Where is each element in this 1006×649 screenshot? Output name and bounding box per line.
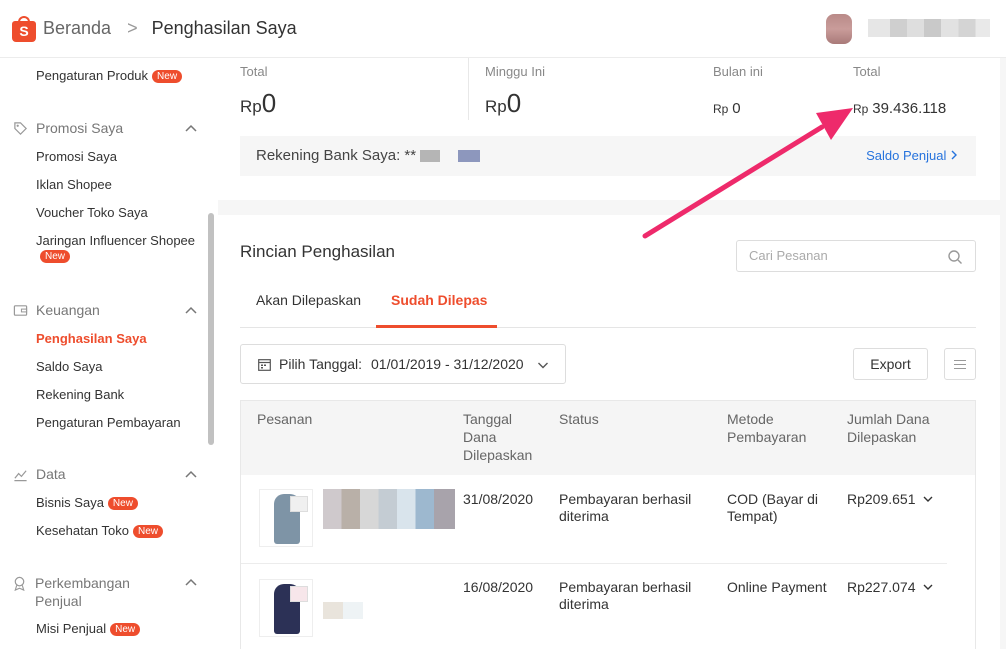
week-value: Rp0 [485,88,522,118]
search-input[interactable] [749,248,939,263]
hamburger-icon [954,360,966,361]
avatar[interactable] [826,14,852,44]
sidebar-item-voucher-toko[interactable]: Voucher Toko Saya [36,205,148,220]
details-title: Rincian Penghasilan [240,242,395,261]
chevron-down-icon[interactable] [923,494,933,504]
saldo-penjual-link[interactable]: Saldo Penjual [866,148,958,163]
product-thumbnail[interactable] [259,489,313,547]
search-icon[interactable] [947,249,963,265]
list-menu-button[interactable] [944,348,976,380]
sidebar-item-kesehatan-toko[interactable]: Kesehatan Toko New [36,523,164,538]
new-badge: New [110,623,141,636]
payment-status: Pembayaran berhasil diterima [559,579,692,612]
chevron-up-icon[interactable] [184,122,198,136]
pending-total-value: Rp0 [240,88,277,118]
chevron-up-icon[interactable] [184,468,198,482]
chevron-up-icon[interactable] [184,304,198,318]
sidebar-item-misi-penjual[interactable]: Misi Penjual New [36,621,141,636]
active-tab-indicator [376,325,497,328]
released-amount[interactable]: Rp209.651 [847,491,933,508]
column-jumlah: Jumlah Dana Dilepaskan [847,411,930,445]
new-badge: New [152,70,183,83]
sidebar-scrollbar[interactable] [208,213,214,445]
top-header: S Beranda > Penghasilan Saya [0,0,1006,58]
sidebar-item-bisnis-saya[interactable]: Bisnis Saya New [36,495,138,510]
date-range-picker[interactable]: Pilih Tanggal: 01/01/2019 - 31/12/2020 [240,344,566,384]
table-body: 31/08/2020 Pembayaran berhasil diterima … [240,475,976,649]
week-label: Minggu Ini [485,64,545,79]
released-total-value: Rp 39.436.118 [853,100,947,117]
shopee-logo-icon[interactable]: S [12,15,36,42]
wallet-icon [12,302,28,318]
sidebar-item-rekening-bank[interactable]: Rekening Bank [36,387,124,402]
chevron-down-icon [538,362,548,369]
order-search[interactable] [736,240,976,272]
bank-logo-redacted [458,150,480,162]
bank-number-redacted [420,150,440,162]
date-filter-value: 01/01/2019 - 31/12/2020 [371,356,523,372]
sidebar-item-jaringan-influencer[interactable]: Jaringan Influencer Shopee New [36,233,195,263]
date-filter-label: Pilih Tanggal: [279,356,363,372]
tab-akan-dilepaskan[interactable]: Akan Dilepaskan [256,292,361,308]
chart-line-icon [12,466,28,482]
month-value: Rp 0 [713,100,741,117]
sidebar-item-promosi-saya[interactable]: Promosi Saya [36,149,117,164]
summary-divider [468,58,469,120]
sidebar-item-iklan-shopee[interactable]: Iklan Shopee [36,177,112,192]
income-details-card: Rincian Penghasilan Akan Dilepaskan Suda… [218,215,1000,649]
product-name-redacted [323,602,363,619]
column-status: Status [559,411,599,427]
table-row[interactable]: 31/08/2020 Pembayaran berhasil diterima … [241,475,947,564]
export-button[interactable]: Export [853,348,928,380]
medal-icon [12,575,27,591]
product-thumbnail[interactable] [259,579,313,637]
release-date: 16/08/2020 [463,579,534,595]
breadcrumb-separator-icon: > [127,18,138,38]
column-tanggal: Tanggal Dana Dilepaskan [463,411,533,463]
new-badge: New [40,250,71,263]
product-name-redacted [323,489,455,529]
sidebar-item-penghasilan-saya[interactable]: Penghasilan Saya [36,331,147,346]
month-label: Bulan ini [713,64,763,79]
chevron-up-icon[interactable] [184,576,198,590]
bank-account-strip: Rekening Bank Saya: ** Saldo Penjual [240,136,976,176]
column-metode: Metode Pembayaran [727,411,807,445]
table-row[interactable]: 16/08/2020 Pembayaran berhasil diterima … [241,564,947,649]
sidebar: Pengaturan Produk New Promosi Saya Promos… [0,58,218,649]
payment-status: Pembayaran berhasil diterima [559,491,692,524]
released-total-label: Total [853,64,881,79]
tab-sudah-dilepas[interactable]: Sudah Dilepas [391,292,487,308]
income-summary-card: Total Rp0 Minggu Ini Rp0 Bulan ini Rp 0 … [218,58,1000,200]
bank-account-label: Rekening Bank Saya: ** [256,147,417,164]
payment-method: COD (Bayar di Tempat) [727,491,819,524]
sidebar-item-pengaturan-pembayaran[interactable]: Pengaturan Pembayaran [36,415,181,430]
pending-total-label: Total [240,64,268,79]
column-pesanan: Pesanan [257,411,313,427]
released-amount[interactable]: Rp227.074 [847,579,933,596]
release-tabs: Akan Dilepaskan Sudah Dilepas [240,285,976,328]
chevron-down-icon[interactable] [923,582,933,592]
breadcrumb-home[interactable]: Beranda [43,18,111,39]
tag-icon [12,120,28,136]
username-redacted[interactable] [868,19,990,37]
new-badge: New [133,525,164,538]
sidebar-item-pengaturan-produk[interactable]: Pengaturan Produk New [36,68,183,83]
calendar-icon [258,359,271,371]
sidebar-item-saldo-saya[interactable]: Saldo Saya [36,359,103,374]
payment-method: Online Payment [727,579,827,595]
release-date: 31/08/2020 [463,491,534,507]
sidebar-section-keuangan[interactable]: Keuangan [12,302,100,318]
table-header: Pesanan Tanggal Dana Dilepaskan Status M… [240,400,976,475]
sidebar-section-promosi[interactable]: Promosi Saya [12,120,123,136]
sidebar-section-data[interactable]: Data [12,466,66,482]
chevron-right-icon [951,150,957,160]
page-title: Penghasilan Saya [151,18,297,38]
new-badge: New [107,497,138,510]
sidebar-section-perkembangan[interactable]: Perkembangan Penjual [12,574,162,610]
